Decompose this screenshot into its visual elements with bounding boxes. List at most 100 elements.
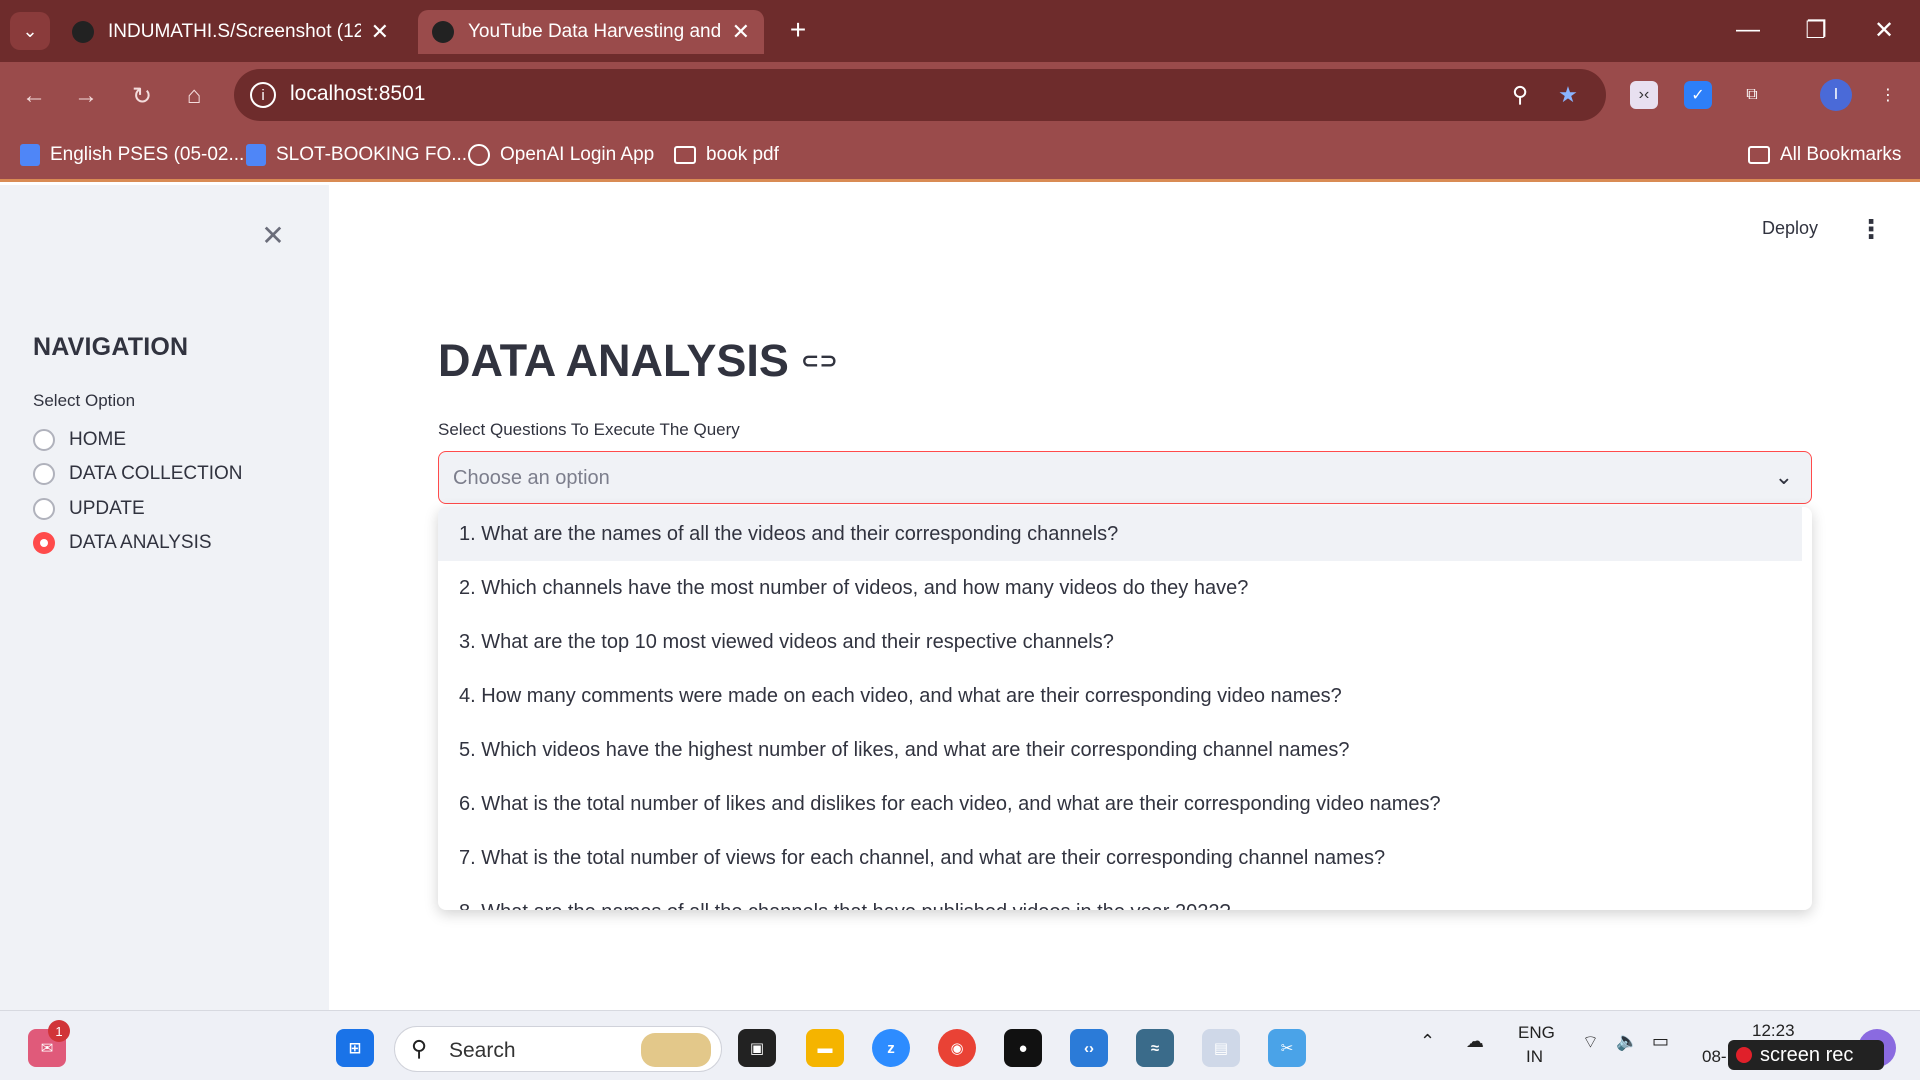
bookmark-label: English PSES (05-02... (50, 144, 245, 165)
dropdown-option[interactable]: 2. Which channels have the most number o… (438, 561, 1802, 615)
chrome-icon[interactable]: ◉ (938, 1029, 976, 1067)
home-icon[interactable]: ⌂ (176, 78, 212, 114)
bookmarks-bar: English PSES (05-02... SLOT-BOOKING FO..… (0, 128, 1920, 182)
reload-icon[interactable]: ↻ (124, 78, 160, 114)
forward-icon[interactable]: → (68, 78, 104, 114)
dropdown-option[interactable]: 8. What are the names of all the channel… (438, 885, 1802, 911)
bookmark-english-pses[interactable]: English PSES (05-02... (20, 140, 244, 170)
back-icon[interactable]: ← (16, 78, 52, 114)
task-view-icon[interactable]: ▣ (738, 1029, 776, 1067)
radio-home[interactable]: HOME (33, 426, 126, 454)
tab-search-chevron-icon[interactable]: ⌄ (10, 12, 50, 50)
extensions-puzzle-icon[interactable]: ⧉ (1738, 81, 1766, 109)
windows-start-icon[interactable]: ⊞ (336, 1029, 374, 1067)
docs-icon (20, 144, 40, 166)
app-menu-icon[interactable]: ⋮ (1858, 214, 1884, 245)
sidebar-close-icon[interactable]: ✕ (258, 220, 288, 251)
bookmark-star-icon[interactable]: ★ (1554, 81, 1582, 109)
profile-avatar[interactable]: I (1820, 79, 1852, 111)
radio-update[interactable]: UPDATE (33, 495, 145, 523)
all-bookmarks-label: All Bookmarks (1780, 144, 1902, 165)
radio-circle[interactable] (33, 429, 55, 451)
browser-tab-bar: ⌄ INDUMATHI.S/Screenshot (121… ✕ YouTube… (0, 0, 1920, 62)
sidebar-heading: NAVIGATION (33, 333, 189, 361)
site-info-icon[interactable]: i (250, 82, 276, 108)
zoom-app-icon[interactable]: z (872, 1029, 910, 1067)
extension-icon[interactable]: ›‹ (1630, 81, 1658, 109)
radio-data-analysis[interactable]: DATA ANALYSIS (33, 529, 212, 557)
notification-badge: 1 (48, 1020, 70, 1042)
dropdown-option[interactable]: 5. Which videos have the highest number … (438, 723, 1802, 777)
minimize-icon[interactable]: — (1718, 12, 1778, 48)
bookmark-label: book pdf (706, 144, 779, 165)
taskbar: ✉ 1 ⊞ ⚲ Search ▣ ▬ z ◉ ● ‹› ≈ ▤ ✂ ⌃ ☁ EN… (0, 1010, 1920, 1080)
taskbar-search[interactable]: ⚲ Search (394, 1026, 722, 1072)
record-dot-icon (1736, 1047, 1752, 1063)
search-icon: ⚲ (411, 1036, 428, 1061)
battery-icon[interactable]: ▭ (1652, 1031, 1669, 1052)
snipping-tool-icon[interactable]: ✂ (1268, 1029, 1306, 1067)
anchor-link-icon[interactable]: ⊂⊃ (801, 348, 838, 374)
chevron-down-icon[interactable]: ⌄ (1775, 464, 1793, 490)
volume-icon[interactable]: 🔈 (1616, 1031, 1638, 1052)
streamlit-icon (432, 21, 454, 43)
dropdown-option[interactable]: 4. How many comments were made on each v… (438, 669, 1802, 723)
deploy-button[interactable]: Deploy (1762, 218, 1818, 239)
bookmark-openai[interactable]: OpenAI Login App (468, 140, 654, 170)
show-hidden-icons[interactable]: ⌃ (1420, 1031, 1435, 1052)
tab-close-icon[interactable]: ✕ (732, 19, 750, 45)
language-top[interactable]: ENG (1518, 1023, 1555, 1043)
window-close-icon[interactable]: ✕ (1854, 12, 1914, 48)
mysql-workbench-icon[interactable]: ≈ (1136, 1029, 1174, 1067)
question-select[interactable]: Choose an option ⌄ (438, 451, 1812, 504)
radio-circle-selected[interactable] (33, 532, 55, 554)
page-title-text: DATA ANALYSIS (438, 335, 789, 386)
notepad-icon[interactable]: ▤ (1202, 1029, 1240, 1067)
radio-circle[interactable] (33, 498, 55, 520)
screen-recorder-overlay[interactable]: screen rec (1728, 1040, 1884, 1070)
clock-time[interactable]: 12:23 (1752, 1021, 1795, 1041)
bookmark-label: OpenAI Login App (500, 144, 655, 165)
github-desktop-icon[interactable]: ● (1004, 1029, 1042, 1067)
tab-github[interactable]: INDUMATHI.S/Screenshot (121… ✕ (58, 10, 403, 54)
search-highlight-image (641, 1033, 711, 1067)
restore-icon[interactable]: ❐ (1786, 12, 1846, 48)
dropdown-option[interactable]: 3. What are the top 10 most viewed video… (438, 615, 1802, 669)
dropdown-option[interactable]: 6. What is the total number of likes and… (438, 777, 1802, 831)
file-explorer-icon[interactable]: ▬ (806, 1029, 844, 1067)
github-icon (72, 21, 94, 43)
extension-translate-icon[interactable]: ✓ (1684, 81, 1712, 109)
tab-youtube-data[interactable]: YouTube Data Harvesting and V ✕ (418, 10, 764, 54)
new-tab-plus-icon[interactable]: + (780, 12, 816, 48)
radio-circle[interactable] (33, 463, 55, 485)
bookmark-book-pdf[interactable]: book pdf (674, 140, 779, 170)
clock-date[interactable]: 08- (1702, 1047, 1727, 1067)
question-dropdown: 1. What are the names of all the videos … (438, 507, 1812, 910)
url-text: localhost:8501 (290, 82, 426, 105)
language-bottom[interactable]: IN (1526, 1047, 1543, 1067)
sidebar: ✕ NAVIGATION Select Option HOME DATA COL… (0, 185, 329, 1010)
openai-icon (468, 144, 490, 166)
wifi-icon[interactable]: ⌔ (1582, 1031, 1599, 1054)
dropdown-option[interactable]: 7. What is the total number of views for… (438, 831, 1802, 885)
folder-icon (674, 146, 696, 164)
radio-label: DATA COLLECTION (69, 463, 243, 484)
vscode-icon[interactable]: ‹› (1070, 1029, 1108, 1067)
address-bar[interactable]: i localhost:8501 ⚲ ★ (234, 69, 1606, 121)
tab-close-icon[interactable]: ✕ (371, 19, 389, 45)
browser-menu-icon[interactable]: ⋮ (1874, 81, 1902, 109)
recorder-label: screen rec (1760, 1043, 1854, 1066)
folder-icon (1748, 146, 1770, 164)
dropdown-option[interactable]: 1. What are the names of all the videos … (438, 507, 1802, 561)
radio-label: UPDATE (69, 498, 145, 519)
radio-label: DATA ANALYSIS (69, 532, 212, 553)
zoom-icon[interactable]: ⚲ (1506, 81, 1534, 109)
radio-data-collection[interactable]: DATA COLLECTION (33, 460, 243, 488)
sidebar-select-label: Select Option (33, 391, 136, 410)
radio-label: HOME (69, 429, 126, 450)
tab-title: INDUMATHI.S/Screenshot (121… (108, 21, 361, 42)
bookmark-slot-booking[interactable]: SLOT-BOOKING FO... (246, 140, 467, 170)
all-bookmarks[interactable]: All Bookmarks (1748, 140, 1901, 170)
onedrive-cloud-icon[interactable]: ☁ (1466, 1031, 1484, 1052)
bookmark-label: SLOT-BOOKING FO... (276, 144, 468, 165)
